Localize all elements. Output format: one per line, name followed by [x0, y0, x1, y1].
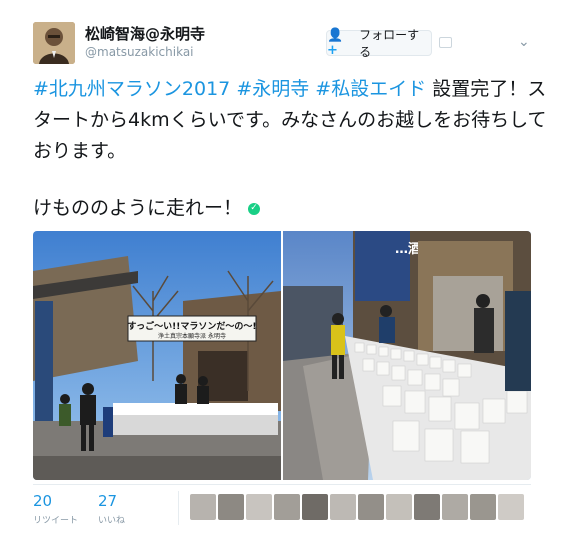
tweet-second-paragraph: けもののように走れー！ ✓ — [33, 193, 548, 224]
chevron-down-icon[interactable]: ⌄ — [518, 34, 530, 50]
like-label: いいね — [98, 516, 126, 526]
liker-avatar[interactable] — [274, 494, 300, 520]
message-icon[interactable] — [439, 37, 452, 48]
display-name[interactable]: 松崎智海@永明寺 — [85, 23, 205, 44]
hashtag-link[interactable]: #私設エイド — [315, 78, 426, 100]
avatar[interactable] — [33, 22, 75, 64]
hashtag-link[interactable]: #永明寺 — [236, 78, 309, 100]
liker-avatar[interactable] — [470, 494, 496, 520]
liker-avatar[interactable] — [190, 494, 216, 520]
liker-avatars — [190, 494, 524, 520]
add-user-icon: 👤+ — [327, 28, 344, 58]
user-handle[interactable]: @matsuzakichikai — [85, 45, 194, 59]
banner-subtext: 浄土真宗本願寺派 永明寺 — [158, 332, 226, 340]
retweet-stat[interactable]: 20 リツイート — [33, 493, 78, 526]
follow-button[interactable]: 👤+ フォローする — [326, 28, 432, 59]
hashtag-link[interactable]: #北九州マラソン2017 — [33, 78, 230, 100]
photo-aid-station[interactable]: すっご〜い!!マラソンだ〜の〜! 浄土真宗本願寺派 永明寺 — [33, 231, 281, 480]
stats-separator — [178, 491, 179, 525]
tweet-body-fragment: 設 — [432, 78, 452, 100]
liker-avatar[interactable] — [218, 494, 244, 520]
banner-text: すっご〜い!!マラソンだ〜の〜! — [128, 320, 257, 332]
like-count: 27 — [98, 492, 118, 510]
liker-avatar[interactable] — [302, 494, 328, 520]
aid-station-photo: すっご〜い!!マラソンだ〜の〜! 浄土真宗本願寺派 永明寺 — [33, 231, 281, 480]
media-grid: すっご〜い!!マラソンだ〜の〜! 浄土真宗本願寺派 永明寺 …酒屋 — [33, 231, 531, 480]
like-stat[interactable]: 27 いいね — [98, 493, 125, 526]
tweet-text: #北九州マラソン2017 #永明寺 #私設エイド 設置完了！スタートから4kmく… — [33, 74, 548, 167]
tweet-stats: 20 リツイート 27 いいね — [33, 493, 125, 526]
liker-avatar[interactable] — [330, 494, 356, 520]
tweet-body-text: けもののように走れー！ — [33, 197, 243, 219]
liker-avatar[interactable] — [498, 494, 524, 520]
follow-button-label: フォローする — [359, 28, 420, 59]
water-cups-photo: …酒屋 — [283, 231, 531, 480]
liker-avatar[interactable] — [442, 494, 468, 520]
liker-avatar[interactable] — [386, 494, 412, 520]
liker-avatar[interactable] — [246, 494, 272, 520]
check-icon: ✓ — [248, 202, 261, 215]
retweet-label: リツイート — [33, 516, 79, 526]
retweet-count: 20 — [33, 492, 53, 510]
liker-avatar[interactable] — [414, 494, 440, 520]
divider — [33, 484, 531, 485]
photo-water-cups[interactable]: …酒屋 — [283, 231, 531, 480]
liker-avatar[interactable] — [358, 494, 384, 520]
